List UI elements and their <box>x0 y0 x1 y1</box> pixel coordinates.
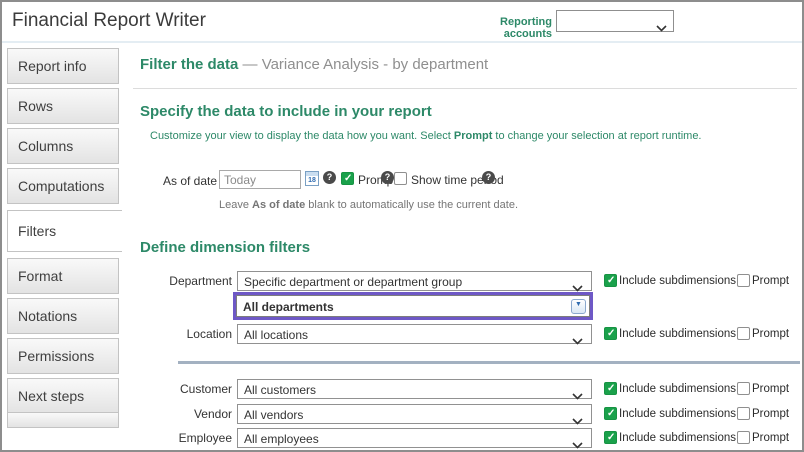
chevron-down-icon <box>572 332 583 350</box>
employee-prompt-checkbox[interactable] <box>737 431 750 444</box>
section-divider <box>178 361 800 364</box>
as-of-date-hint: Leave As of date blank to automatically … <box>219 199 518 211</box>
sidebar-item-computations[interactable]: Computations <box>7 168 119 204</box>
include-subdimensions-label: Include subdimensions <box>619 328 736 340</box>
page-title: Filter the data — Variance Analysis - by… <box>140 56 488 73</box>
sidebar-item-report-info[interactable]: Report info <box>7 48 119 84</box>
include-subdimensions-label: Include subdimensions <box>619 275 736 287</box>
customer-prompt-checkbox[interactable] <box>737 382 750 395</box>
include-subdimensions-label: Include subdimensions <box>619 408 736 420</box>
combo-dropdown-button[interactable] <box>571 299 586 314</box>
chevron-down-icon <box>572 387 583 405</box>
prompt-label: Prompt <box>752 432 789 444</box>
prompt-label: Prompt <box>752 328 789 340</box>
chevron-down-icon <box>656 19 667 37</box>
sidebar-item-columns[interactable]: Columns <box>7 128 119 164</box>
vendor-label: Vendor <box>130 407 232 421</box>
app-header: Financial Report Writer Reporting accoun… <box>2 2 802 43</box>
calendar-icon-header <box>306 172 318 176</box>
filter-row-employee: Employee All employees Include subdimens… <box>2 428 802 448</box>
filter-row-location: Location All locations Include subdimens… <box>2 324 802 344</box>
customer-label: Customer <box>130 382 232 396</box>
calendar-icon[interactable]: 18 <box>305 171 319 186</box>
location-select[interactable]: All locations <box>237 324 592 344</box>
department-label: Department <box>130 274 232 288</box>
location-include-subdimensions-checkbox[interactable] <box>604 327 617 340</box>
specify-section-title: Specify the data to include in your repo… <box>140 103 432 120</box>
show-time-period-help-icon[interactable] <box>482 171 495 184</box>
prompt-help-icon[interactable] <box>381 171 394 184</box>
financial-report-writer-window: Financial Report Writer Reporting accoun… <box>0 0 804 452</box>
prompt-date-checkbox[interactable] <box>341 172 354 185</box>
heading-divider <box>133 88 797 89</box>
vendor-include-subdimensions-checkbox[interactable] <box>604 407 617 420</box>
department-prompt-checkbox[interactable] <box>737 274 750 287</box>
filter-row-vendor: Vendor All vendors Include subdimensions… <box>2 404 802 424</box>
customer-select[interactable]: All customers <box>237 379 592 399</box>
vendor-prompt-checkbox[interactable] <box>737 407 750 420</box>
include-subdimensions-label: Include subdimensions <box>619 383 736 395</box>
chevron-down-icon <box>572 436 583 452</box>
app-title: Financial Report Writer <box>12 10 206 32</box>
prompt-label: Prompt <box>752 383 789 395</box>
department-value-combo[interactable]: All departments <box>236 295 590 317</box>
as-of-date-input[interactable] <box>219 170 301 189</box>
location-prompt-checkbox[interactable] <box>737 327 750 340</box>
page-title-report-name: Variance Analysis - by department <box>262 56 489 73</box>
show-time-period-checkbox[interactable] <box>394 172 407 185</box>
vendor-select[interactable]: All vendors <box>237 404 592 424</box>
sidebar-item-rows[interactable]: Rows <box>7 88 119 124</box>
page-title-main: Filter the data <box>140 56 238 73</box>
department-select[interactable]: Specific department or department group <box>237 271 592 291</box>
employee-select[interactable]: All employees <box>237 428 592 448</box>
as-of-date-help-icon[interactable] <box>323 171 336 184</box>
department-include-subdimensions-checkbox[interactable] <box>604 274 617 287</box>
prompt-label: Prompt <box>752 408 789 420</box>
prompt-label: Prompt <box>752 275 789 287</box>
filter-row-customer: Customer All customers Include subdimens… <box>2 379 802 399</box>
filters-section-title: Define dimension filters <box>140 239 310 256</box>
as-of-date-label: As of date <box>163 174 217 188</box>
sidebar-item-filters[interactable]: Filters <box>7 210 122 252</box>
reporting-accounts-select[interactable] <box>556 10 674 32</box>
customer-include-subdimensions-checkbox[interactable] <box>604 382 617 395</box>
specify-section-description: Customize your view to display the data … <box>150 130 702 142</box>
location-label: Location <box>130 327 232 341</box>
filter-row-department: Department Specific department or depart… <box>2 271 802 291</box>
include-subdimensions-label: Include subdimensions <box>619 432 736 444</box>
department-value-highlight: All departments <box>233 292 593 320</box>
calendar-icon-day: 18 <box>306 177 318 184</box>
page-title-separator: — <box>243 56 258 73</box>
employee-label: Employee <box>130 431 232 445</box>
reporting-accounts-label: Reporting accounts <box>457 16 552 40</box>
employee-include-subdimensions-checkbox[interactable] <box>604 431 617 444</box>
